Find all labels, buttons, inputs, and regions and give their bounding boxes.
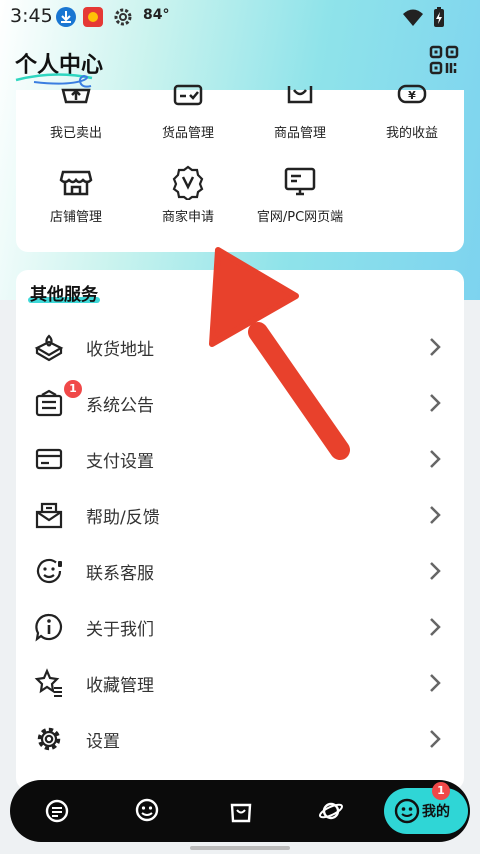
service-row-about[interactable]: 关于我们: [16, 598, 464, 654]
service-row-favorites[interactable]: 收藏管理: [16, 654, 464, 710]
settings-gear-status-icon: [114, 8, 132, 26]
smile-face-icon[interactable]: [134, 798, 160, 824]
status-bar: 3:45 84°: [0, 0, 480, 34]
grid-item-label: 店铺管理: [49, 210, 102, 225]
service-row-customer-service[interactable]: 联系客服: [16, 542, 464, 598]
bottom-navigation-bar: 我的 1: [10, 780, 470, 842]
qr-code-icon[interactable]: [428, 44, 460, 76]
service-label: 支付设置: [86, 452, 154, 472]
planet-icon[interactable]: [318, 798, 344, 824]
chevron-right-icon: [430, 450, 441, 468]
chevron-right-icon: [430, 506, 441, 524]
chat-list-icon[interactable]: [44, 798, 70, 824]
wifi-icon: [403, 9, 423, 26]
grid-item-label: 我的收益: [385, 126, 438, 141]
shop-functions-card: 我已卖出 货品管理 商品管理 ¥ 我的收益 店铺管理 商家申请 官网/PC网页端: [16, 84, 464, 252]
grid-item-label: 我已卖出: [49, 126, 102, 141]
grid-item-label: 货品管理: [161, 126, 214, 141]
grid-item-merchant-apply[interactable]: 商家申请: [132, 164, 244, 225]
service-label: 收藏管理: [86, 676, 154, 696]
info-chat-icon: [35, 613, 63, 642]
nav-active-label: 我的: [422, 804, 450, 820]
app-notification-icon: [83, 7, 103, 27]
cart-upload-icon: [61, 88, 91, 104]
notice-board-icon: [35, 389, 63, 417]
chevron-right-icon: [430, 618, 441, 636]
service-row-payment[interactable]: 支付设置: [16, 430, 464, 486]
service-row-announcement[interactable]: 1 系统公告: [16, 374, 464, 430]
service-label: 关于我们: [86, 620, 154, 640]
service-label: 收货地址: [86, 340, 154, 360]
battery-icon: [434, 7, 444, 27]
chevron-right-icon: [430, 338, 441, 356]
customer-service-icon: [36, 558, 62, 584]
service-row-settings[interactable]: 设置: [16, 710, 464, 766]
credit-card-icon: [35, 448, 63, 470]
chevron-right-icon: [430, 674, 441, 692]
nav-notification-badge: 1: [432, 782, 450, 800]
gear-icon: [37, 727, 61, 751]
chevron-right-icon: [430, 394, 441, 412]
mine-face-icon: [394, 798, 420, 824]
home-indicator: [190, 846, 290, 850]
service-row-address[interactable]: 收货地址: [16, 318, 464, 374]
download-icon: [56, 7, 76, 27]
service-label: 系统公告: [86, 396, 154, 416]
grid-item-products[interactable]: 商品管理: [244, 80, 356, 141]
svg-text:¥: ¥: [408, 89, 416, 102]
shopping-bag-nav-icon[interactable]: [228, 798, 254, 824]
grid-item-goods[interactable]: 货品管理: [132, 80, 244, 141]
yen-wallet-icon: ¥: [397, 84, 427, 104]
grid-item-store[interactable]: 店铺管理: [20, 164, 132, 225]
storefront-icon: [59, 170, 93, 196]
shopping-bag-icon: [287, 86, 313, 104]
checklist-box-icon: [173, 84, 203, 106]
map-location-icon: [34, 334, 64, 362]
grid-item-sold[interactable]: 我已卖出: [20, 80, 132, 141]
chevron-right-icon: [430, 562, 441, 580]
grid-item-website[interactable]: 官网/PC网页端: [244, 164, 356, 225]
notification-badge: 1: [64, 380, 82, 398]
service-label: 设置: [86, 732, 120, 752]
service-label: 联系客服: [86, 564, 154, 584]
monitor-icon: [284, 167, 316, 196]
status-temperature: 84°: [143, 7, 170, 23]
grid-item-earnings[interactable]: ¥ 我的收益: [356, 80, 468, 141]
service-row-help[interactable]: 帮助/反馈: [16, 486, 464, 542]
nav-item-mine-active[interactable]: 我的 1: [384, 782, 468, 834]
section-title: 其他服务: [30, 285, 98, 305]
chevron-right-icon: [430, 730, 441, 748]
mail-feedback-icon: [35, 502, 63, 529]
star-list-icon: [34, 668, 62, 697]
other-services-card: 其他服务 收货地址 1 系统公告 支付设置 帮助/反馈 联系客服 关于我们 收藏…: [16, 270, 464, 790]
grid-item-label: 商品管理: [273, 126, 326, 141]
grid-item-label: 官网/PC网页端: [256, 210, 344, 225]
grid-item-label: 商家申请: [161, 210, 214, 225]
status-time: 3:45: [10, 5, 53, 27]
service-label: 帮助/反馈: [86, 508, 160, 528]
verified-badge-icon: [172, 165, 204, 200]
